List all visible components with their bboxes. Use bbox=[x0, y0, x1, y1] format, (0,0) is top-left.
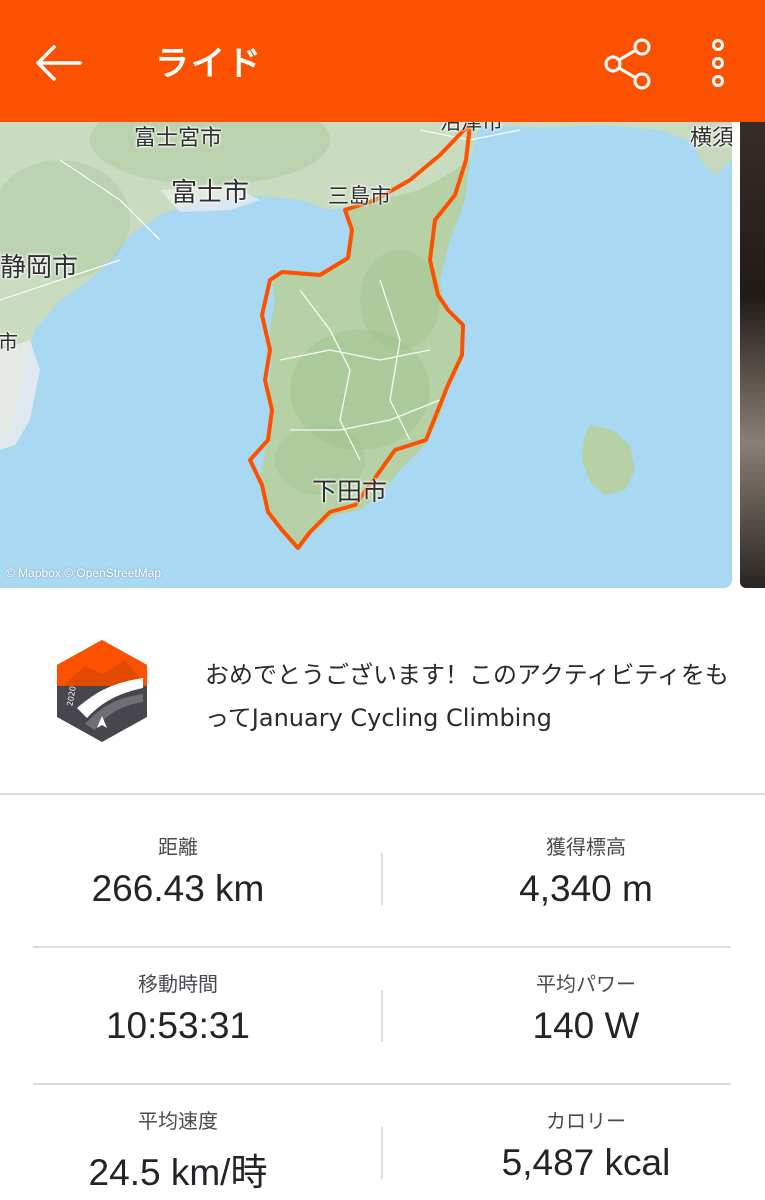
column-divider bbox=[381, 853, 383, 905]
more-vertical-icon bbox=[712, 39, 724, 87]
row-divider bbox=[33, 946, 731, 948]
map-label-left-partial: 市 bbox=[0, 330, 18, 354]
row-divider bbox=[33, 1083, 731, 1085]
map-label-fujinomiya: 富士宮市 bbox=[134, 126, 223, 151]
more-options-button[interactable] bbox=[700, 36, 736, 92]
stat-avg-speed: 平均速度 24.5 km/時 bbox=[28, 1105, 328, 1196]
stat-moving-time: 移動時間 10:53:31 bbox=[28, 968, 328, 1047]
stat-label: 獲得標高 bbox=[546, 835, 626, 859]
column-divider bbox=[381, 1127, 383, 1179]
stat-value: 10:53:31 bbox=[105, 1005, 251, 1046]
stat-distance: 距離 266.43 km bbox=[28, 831, 328, 910]
achievement-message: おめでとうございます！このアクティビティをもってJanuary Cycling … bbox=[205, 661, 729, 732]
back-button[interactable] bbox=[30, 38, 86, 88]
share-icon bbox=[604, 38, 651, 90]
stat-label: 移動時間 bbox=[138, 972, 218, 996]
app-bar: ライド bbox=[0, 0, 765, 122]
share-button[interactable] bbox=[600, 36, 658, 92]
map-attribution: © Mapbox © OpenStreetMap bbox=[6, 566, 162, 580]
map-label-mishima: 三島市 bbox=[328, 184, 391, 208]
arrow-left-icon bbox=[36, 45, 82, 81]
stat-elevation: 獲得標高 4,340 m bbox=[436, 831, 736, 910]
map-canvas bbox=[0, 100, 732, 588]
stat-label: カロリー bbox=[546, 1109, 626, 1133]
stat-value: 24.5 km/時 bbox=[88, 1152, 268, 1193]
stat-value: 140 W bbox=[532, 1005, 640, 1046]
stat-value: 266.43 km bbox=[91, 868, 265, 909]
column-divider bbox=[381, 990, 383, 1042]
stat-value: 4,340 m bbox=[519, 868, 653, 909]
stat-label: 平均パワー bbox=[536, 972, 636, 996]
map-label-shizuoka: 静岡市 bbox=[0, 253, 79, 283]
page-title: ライド bbox=[155, 44, 263, 84]
stat-value: 5,487 kcal bbox=[501, 1142, 671, 1183]
divider bbox=[0, 793, 765, 795]
map-label-yokosuka: 横須 bbox=[690, 126, 732, 151]
map-label-shimoda: 下田市 bbox=[312, 477, 388, 506]
photo-thumbnail[interactable] bbox=[740, 100, 765, 588]
map-section: 富士宮市 富士市 静岡市 市 三島市 沼津市 横須 下田市 © Mapbox ©… bbox=[0, 100, 765, 590]
map-label-fuji: 富士市 bbox=[171, 178, 250, 208]
stat-avg-power: 平均パワー 140 W bbox=[436, 968, 736, 1047]
stat-label: 平均速度 bbox=[138, 1109, 218, 1133]
stat-calories: カロリー 5,487 kcal bbox=[436, 1105, 736, 1184]
badge-graphic: 2020 bbox=[57, 640, 147, 742]
stat-label: 距離 bbox=[158, 835, 198, 859]
route-map[interactable]: 富士宮市 富士市 静岡市 市 三島市 沼津市 横須 下田市 © Mapbox ©… bbox=[0, 100, 732, 588]
challenge-badge-icon[interactable]: 2020 bbox=[55, 638, 149, 744]
